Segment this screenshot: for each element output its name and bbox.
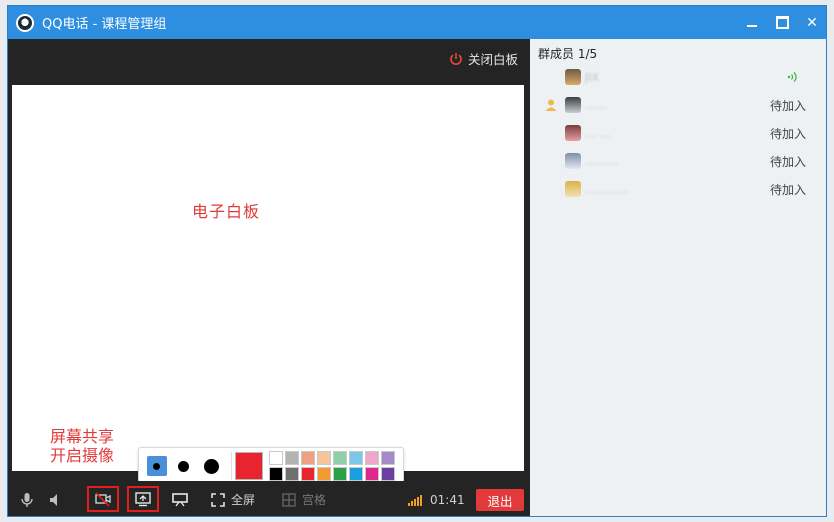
avatar <box>565 97 581 113</box>
screen-share-icon <box>135 492 151 507</box>
minimize-button[interactable] <box>744 15 760 31</box>
color-swatch[interactable] <box>317 467 331 481</box>
qq-call-window: QQ电话 - 课程管理组 ✕ 关闭白板 电子白板 屏幕共享 开启摄像 全屏 宫格… <box>7 5 827 517</box>
color-swatch[interactable] <box>349 451 363 465</box>
screen-share-button[interactable] <box>127 486 159 512</box>
color-swatch[interactable] <box>381 467 395 481</box>
host-user-icon <box>545 99 557 111</box>
camera-annotation: 开启摄像 <box>50 446 115 465</box>
speaker-icon <box>50 493 57 506</box>
color-swatches <box>269 451 395 481</box>
current-color-swatch <box>235 452 263 480</box>
presentation-icon <box>172 492 188 506</box>
color-swatch[interactable] <box>301 451 315 465</box>
brush-size-medium[interactable] <box>174 456 194 476</box>
member-name: ……… <box>585 154 618 168</box>
color-swatch[interactable] <box>381 451 395 465</box>
maximize-button[interactable] <box>774 15 790 31</box>
member-name: JIX <box>585 70 600 84</box>
speaking-icon <box>787 72 797 82</box>
camera-toggle-button[interactable] <box>87 486 119 512</box>
member-name: ………… <box>585 182 629 196</box>
close-whiteboard-button[interactable]: 关闭白板 <box>449 49 518 68</box>
palette-divider <box>231 452 232 480</box>
color-swatch[interactable] <box>269 467 283 481</box>
member-row[interactable]: JIX <box>530 63 826 91</box>
member-status: 待加入 <box>769 182 806 197</box>
window-controls: ✕ <box>744 6 820 39</box>
member-status: 待加入 <box>769 98 806 113</box>
call-controls-bar: 全屏 宫格 01:41 退出 <box>8 481 530 516</box>
avatar <box>565 181 581 197</box>
grid-icon <box>282 492 296 507</box>
member-count-title: 群成员 1/5 <box>538 47 598 61</box>
fullscreen-button[interactable]: 全屏 <box>209 481 256 516</box>
microphone-button[interactable] <box>18 481 36 516</box>
signal-strength-icon <box>408 494 422 506</box>
call-status: 01:41 <box>408 481 465 516</box>
color-swatch[interactable] <box>333 451 347 465</box>
fullscreen-icon <box>211 492 225 507</box>
color-swatch[interactable] <box>349 467 363 481</box>
fullscreen-label: 全屏 <box>231 493 256 507</box>
color-swatch[interactable] <box>285 451 299 465</box>
close-button[interactable]: ✕ <box>804 15 820 31</box>
member-name: … … <box>585 126 611 140</box>
brush-size-small[interactable] <box>146 456 167 476</box>
avatar <box>565 125 581 141</box>
window-title: QQ电话 - 课程管理组 <box>42 17 167 32</box>
whiteboard-canvas[interactable]: 电子白板 屏幕共享 开启摄像 <box>12 85 524 516</box>
power-icon <box>450 52 462 65</box>
brush-sizes <box>139 448 229 484</box>
color-palette <box>138 447 404 483</box>
whiteboard-button[interactable] <box>171 481 189 516</box>
close-whiteboard-label: 关闭白板 <box>467 52 518 67</box>
member-row[interactable]: … … 待加入 <box>530 119 826 147</box>
camera-off-icon <box>95 492 111 507</box>
call-area: 关闭白板 电子白板 屏幕共享 开启摄像 全屏 宫格 01:41 退出 <box>8 39 530 516</box>
member-row[interactable]: ………… 待加入 <box>530 175 826 203</box>
whiteboard-topbar: 关闭白板 <box>8 39 530 82</box>
avatar <box>565 69 581 85</box>
avatar <box>565 153 581 169</box>
color-swatch[interactable] <box>301 467 315 481</box>
whiteboard-label: 电子白板 <box>192 202 261 221</box>
member-name: …… <box>585 98 607 112</box>
grid-label: 宫格 <box>302 493 327 507</box>
grid-view-button[interactable]: 宫格 <box>280 481 327 516</box>
color-swatch[interactable] <box>285 467 299 481</box>
member-status: 待加入 <box>769 154 806 169</box>
member-row[interactable]: …… 待加入 <box>530 91 826 119</box>
brush-size-large[interactable] <box>201 456 221 476</box>
title-bar: QQ电话 - 课程管理组 ✕ <box>8 6 826 39</box>
speaker-button[interactable] <box>46 481 64 516</box>
call-timer: 01:41 <box>430 492 465 507</box>
color-swatch[interactable] <box>333 467 347 481</box>
color-swatch[interactable] <box>269 451 283 465</box>
exit-call-button[interactable]: 退出 <box>476 489 524 511</box>
color-swatch[interactable] <box>365 467 379 481</box>
screen-share-annotation: 屏幕共享 <box>50 427 115 446</box>
color-swatch[interactable] <box>317 451 331 465</box>
color-swatch[interactable] <box>365 451 379 465</box>
microphone-icon <box>21 492 33 507</box>
member-row[interactable]: ……… 待加入 <box>530 147 826 175</box>
member-status: 待加入 <box>769 126 806 141</box>
qq-logo-icon <box>16 13 34 32</box>
member-panel: 群成员 1/5 JIX …… 待加入 … … 待加入 ……… 待加入 ………… … <box>530 39 826 516</box>
